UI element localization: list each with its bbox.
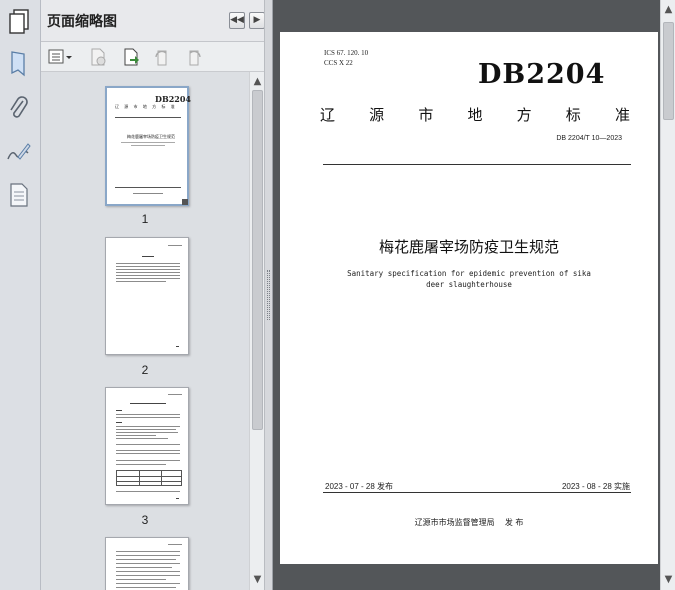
- page-thumbnail[interactable]: [105, 537, 189, 590]
- thumb-db-logo: DB2204: [155, 94, 191, 104]
- panel-title: 页面缩略图: [47, 14, 117, 30]
- issue-date: 2023 - 07 - 28 发布: [325, 482, 394, 491]
- thumb-title: 梅花鹿屠宰场防疫卫生规范: [127, 134, 175, 139]
- scroll-up-icon[interactable]: ▲: [661, 2, 675, 18]
- signature-icon[interactable]: [4, 137, 32, 167]
- thumbnail-scrollbar[interactable]: ▲ ▼: [249, 72, 264, 590]
- thumbnail-label: 3: [141, 513, 149, 527]
- next-page-icon[interactable]: ▶: [249, 12, 265, 29]
- page-thumbnail[interactable]: [105, 237, 189, 355]
- thumbnail-label: 2: [141, 363, 149, 377]
- page-thumbnail[interactable]: DB2204 辽 源 市 地 方 标 准 梅花鹿屠宰场防疫卫生规范: [105, 86, 191, 206]
- scroll-down-icon[interactable]: ▼: [661, 572, 675, 588]
- classification-codes: ICS 67. 120. 10 CCS X 22: [324, 48, 368, 68]
- thumbnail-options-icon[interactable]: [47, 47, 73, 67]
- ccs-code: CCS X 22: [324, 59, 353, 67]
- page-thumbnail[interactable]: [105, 387, 189, 505]
- thumbnail-toolbar: [41, 42, 270, 72]
- scroll-thumb[interactable]: [663, 22, 674, 120]
- first-page-icon[interactable]: ◀◀: [229, 12, 245, 29]
- document-icon[interactable]: [4, 180, 32, 210]
- scroll-down-icon[interactable]: ▼: [250, 572, 265, 588]
- pdf-viewer-window: 页面缩略图 ◀◀ ▶ DB2204 辽 源 市 地 方 标 准 梅花鹿屠宰场防疫…: [0, 0, 675, 590]
- document-title-english: Sanitary specification for epidemic prev…: [347, 269, 591, 289]
- scroll-up-icon[interactable]: ▲: [250, 74, 265, 90]
- scroll-thumb[interactable]: [252, 90, 263, 430]
- insert-page-icon[interactable]: [121, 47, 141, 67]
- implementation-date: 2023 - 08 - 28 实施: [561, 482, 630, 491]
- bookmark-icon[interactable]: [4, 48, 32, 78]
- thumb-standard-row: 辽 源 市 地 方 标 准: [115, 104, 177, 109]
- standard-type: 辽 源 市 地 方 标 准: [320, 106, 630, 124]
- rotate-left-icon[interactable]: [152, 47, 172, 67]
- standard-number: DB 2204/T 10—2023: [556, 135, 622, 142]
- pages-icon[interactable]: [5, 6, 35, 36]
- splitter-grip[interactable]: [267, 270, 270, 320]
- thumbnail-list: DB2204 辽 源 市 地 方 标 准 梅花鹿屠宰场防疫卫生规范 1 2 3: [41, 72, 249, 590]
- document-scrollbar[interactable]: ▲ ▼: [660, 0, 675, 590]
- ics-code: ICS 67. 120. 10: [324, 49, 369, 57]
- rotate-right-icon[interactable]: [184, 47, 204, 67]
- document-view: ICS 67. 120. 10 CCS X 22 DB2204 辽 源 市 地 …: [273, 0, 660, 590]
- panel-splitter[interactable]: [264, 0, 273, 590]
- document-title: 梅花鹿屠宰场防疫卫生规范: [378, 238, 559, 256]
- db-logo: DB2204: [478, 59, 606, 90]
- thumbnail-panel-header: 页面缩略图 ◀◀ ▶: [41, 0, 270, 42]
- attachment-icon[interactable]: [4, 93, 32, 123]
- delete-page-icon[interactable]: [88, 47, 108, 67]
- issuing-authority: 辽源市市场监督管理局 发 布: [414, 518, 524, 527]
- navigation-strip: [0, 0, 41, 590]
- divider: [323, 492, 631, 493]
- divider: [323, 164, 631, 165]
- thumbnail-label: 1: [141, 212, 149, 226]
- document-page: ICS 67. 120. 10 CCS X 22 DB2204 辽 源 市 地 …: [280, 32, 658, 564]
